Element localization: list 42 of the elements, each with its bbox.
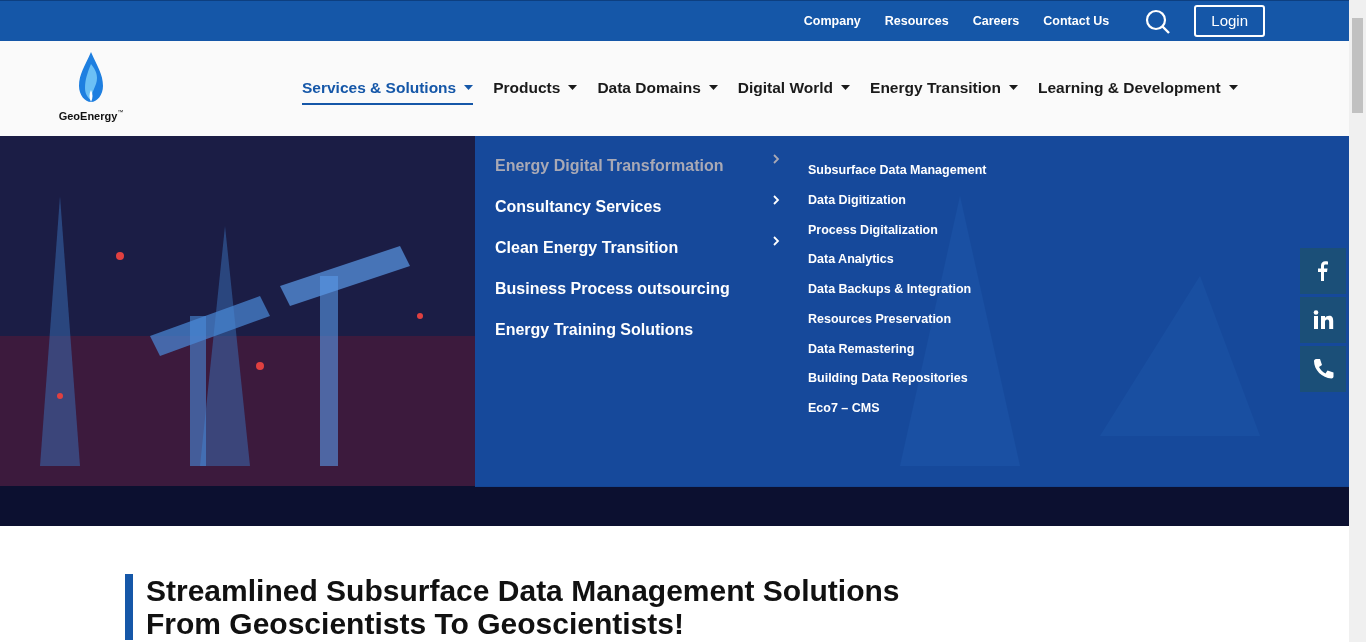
submenu-link[interactable]: Data Remastering	[808, 339, 987, 359]
top-nav-link[interactable]: Contact Us	[1043, 11, 1110, 31]
menu-category[interactable]: Energy Digital Transformation	[495, 154, 780, 178]
nav-menu-item[interactable]: Energy Transition	[870, 71, 1018, 106]
search-button[interactable]	[1145, 8, 1171, 34]
scrollbar[interactable]	[1349, 0, 1366, 642]
submenu-link[interactable]: Data Backups & Integration	[808, 280, 987, 299]
nav-menu-item[interactable]: Learning & Development	[1038, 71, 1238, 106]
social-button[interactable]	[1300, 248, 1346, 294]
nav-menu-item[interactable]: Products	[493, 71, 578, 106]
caret-icon	[1228, 85, 1238, 90]
page-heading: Streamlined Subsurface Data Management Solutions	[146, 574, 901, 607]
menu-category[interactable]: Clean Energy Transition	[495, 236, 780, 260]
submenu-link[interactable]: Process Digitalization	[808, 220, 987, 240]
menu-category[interactable]: Consultancy Services	[495, 195, 780, 219]
menu-category[interactable]: Business Process outsourcing	[495, 277, 780, 301]
submenu-link[interactable]: Subsurface Data Management	[808, 161, 987, 180]
nav-menu-item[interactable]: Services & Solutions	[302, 71, 474, 106]
phone-icon	[1311, 357, 1335, 381]
caret-icon	[568, 85, 578, 90]
submenu-link[interactable]: Eco7 – CMS	[808, 399, 987, 418]
submenu-link[interactable]: Resources Preservation	[808, 309, 987, 329]
top-nav-link[interactable]: Careers	[972, 11, 1020, 31]
submenu-link[interactable]: Data Digitization	[808, 190, 987, 210]
nav-menu-item[interactable]: Data Domains	[597, 71, 718, 106]
top-nav-link[interactable]: Resources	[884, 11, 949, 31]
submenu-link[interactable]: Building Data Repositories	[808, 369, 987, 388]
social-button[interactable]	[1300, 346, 1346, 392]
caret-icon	[464, 85, 474, 90]
social-button[interactable]	[1300, 297, 1346, 343]
search-icon	[1145, 8, 1171, 34]
login-button[interactable]: Login	[1194, 5, 1265, 37]
caret-icon	[1009, 85, 1018, 90]
linkedin-icon	[1311, 308, 1335, 332]
top-nav-link[interactable]: Company	[803, 11, 861, 31]
caret-icon	[841, 85, 851, 90]
submenu-link[interactable]: Data Analytics	[808, 250, 987, 269]
menu-category[interactable]: Energy Training Solutions	[495, 318, 780, 342]
page-heading: From Geoscientists To Geoscientists!	[146, 607, 685, 640]
caret-icon	[708, 85, 718, 90]
nav-menu-item[interactable]: Digital World	[737, 71, 851, 106]
logo-text: GeoEnergy	[58, 109, 118, 125]
